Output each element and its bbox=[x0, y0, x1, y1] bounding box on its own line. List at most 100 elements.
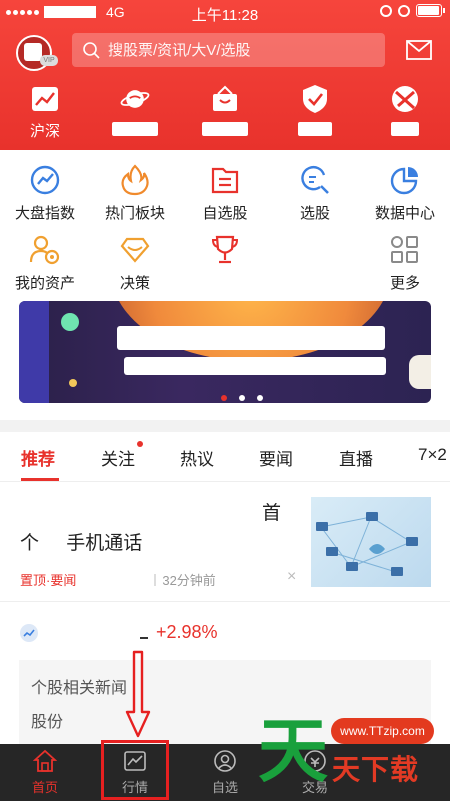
chart-trend-icon bbox=[30, 84, 60, 114]
article-meta: 置顶·要闻 32分钟前 bbox=[20, 570, 216, 589]
basket-icon bbox=[210, 84, 240, 114]
user-circle-icon bbox=[212, 748, 238, 774]
active-tab-indicator bbox=[21, 478, 59, 481]
article-thumbnail bbox=[311, 497, 431, 587]
shortcut-grid: 大盘指数 热门板块 自选股 选股 数据中心 我的资产 决策 更多 bbox=[0, 150, 450, 420]
quick-nav-item-2[interactable] bbox=[90, 84, 180, 140]
globe-icon bbox=[390, 84, 420, 114]
search-icon bbox=[83, 42, 100, 59]
article-title-end: 首 bbox=[262, 503, 282, 524]
mail-icon[interactable] bbox=[406, 40, 432, 60]
quick-nav-label-redacted bbox=[112, 120, 158, 140]
hidden-icon bbox=[298, 234, 332, 266]
thumbnail-network-art bbox=[316, 512, 418, 576]
quick-nav-item-3[interactable] bbox=[180, 84, 270, 140]
header: 4G 上午11:28 VIP 沪深 bbox=[0, 0, 450, 150]
grid-item-zixuan[interactable]: 自选股 bbox=[180, 164, 270, 222]
search-input[interactable] bbox=[108, 41, 378, 59]
promo-banner[interactable] bbox=[19, 301, 431, 403]
dismiss-article-button[interactable]: × bbox=[287, 568, 296, 586]
article-title-line2: 个 手机通话 bbox=[20, 533, 143, 554]
fire-icon bbox=[118, 164, 152, 196]
grid-item-remen[interactable]: 热门板块 bbox=[90, 164, 180, 222]
stock-code-redacted bbox=[140, 636, 148, 639]
grid-label: 决策 bbox=[119, 275, 150, 292]
banner-art bbox=[19, 301, 49, 403]
quick-nav-label-redacted bbox=[385, 120, 425, 140]
grid-item-3[interactable] bbox=[180, 234, 270, 292]
related-news-title: 个股相关新闻 bbox=[31, 680, 128, 697]
grid-item-xuangu[interactable]: 选股 bbox=[270, 164, 360, 222]
grid-label: 自选股 bbox=[202, 205, 248, 222]
title-redacted bbox=[20, 498, 258, 518]
annotation-arrow bbox=[125, 650, 151, 738]
grid-label: 我的资产 bbox=[14, 275, 75, 292]
grid-more-icon bbox=[388, 234, 422, 266]
search-row: VIP bbox=[0, 33, 450, 71]
banner-decoration bbox=[69, 379, 77, 387]
quick-nav-label: 沪深 bbox=[29, 123, 60, 140]
orientation-lock-icon bbox=[380, 4, 392, 17]
related-stock[interactable]: +2.98% bbox=[20, 622, 218, 643]
quick-nav-item-4[interactable] bbox=[270, 84, 360, 140]
grid-item-dapan[interactable]: 大盘指数 bbox=[0, 164, 90, 222]
tab-headlines[interactable]: 要闻 bbox=[259, 445, 293, 470]
index-trend-icon bbox=[28, 164, 62, 196]
grid-row-1: 大盘指数 热门板块 自选股 选股 数据中心 bbox=[0, 164, 450, 222]
carousel-dot[interactable] bbox=[239, 395, 245, 401]
trend-up-icon bbox=[20, 623, 38, 642]
news-tabs: 推荐 关注 热议 要闻 直播 7×2 bbox=[0, 432, 450, 482]
article-tag: 置顶·要闻 bbox=[20, 573, 77, 588]
user-coin-icon bbox=[28, 234, 62, 266]
banner-moon bbox=[61, 313, 79, 331]
tab-recommend[interactable]: 推荐 bbox=[21, 445, 55, 470]
trophy-icon bbox=[208, 234, 242, 266]
shield-check-icon bbox=[300, 84, 330, 114]
home-icon bbox=[32, 748, 58, 774]
quick-nav-label-redacted bbox=[202, 120, 248, 140]
tab-follow[interactable]: 关注 bbox=[101, 445, 135, 470]
tab-discussion[interactable]: 热议 bbox=[180, 445, 214, 470]
planet-icon bbox=[120, 84, 150, 114]
news-feed: 首 个 手机通话 置顶·要闻 32分钟前 × +2.98% 个股相关新闻 股份 bbox=[0, 482, 450, 744]
grid-row-2: 我的资产 决策 更多 bbox=[0, 234, 450, 292]
quick-nav-label-redacted bbox=[295, 120, 335, 140]
carousel-dot[interactable] bbox=[257, 395, 263, 401]
grid-item-zichan[interactable]: 我的资产 bbox=[0, 234, 90, 292]
tab-live[interactable]: 直播 bbox=[339, 445, 373, 470]
nav-home[interactable]: 首页 bbox=[10, 748, 80, 796]
nav-label: 自选 bbox=[211, 780, 238, 795]
nav-watchlist[interactable]: 自选 bbox=[190, 748, 260, 796]
carousel-dot[interactable] bbox=[221, 395, 227, 401]
quick-nav: 沪深 bbox=[0, 84, 450, 140]
quick-nav-item-5[interactable] bbox=[360, 84, 450, 140]
related-news-snippet: 股份 bbox=[31, 714, 64, 731]
watermark-url: www.TTzip.com bbox=[331, 718, 434, 744]
pie-chart-icon bbox=[388, 164, 422, 196]
grid-item-more[interactable]: 更多 bbox=[360, 234, 450, 292]
banner-text-redacted bbox=[124, 357, 386, 375]
banner-figure bbox=[409, 355, 431, 389]
news-article[interactable]: 首 个 手机通话 置顶·要闻 32分钟前 × bbox=[0, 482, 450, 602]
grid-item-shuju[interactable]: 数据中心 bbox=[360, 164, 450, 222]
search-list-icon bbox=[298, 164, 332, 196]
watermark-logo: 天 bbox=[258, 710, 328, 792]
watermark-text: 天下载 bbox=[332, 753, 420, 786]
grid-item-juece[interactable]: 决策 bbox=[90, 234, 180, 292]
banner-text-redacted bbox=[117, 326, 385, 350]
carousel-dots bbox=[221, 395, 263, 401]
grid-label: 选股 bbox=[299, 205, 330, 222]
vip-badge: VIP bbox=[40, 55, 58, 66]
annotation-highlight-box bbox=[101, 740, 169, 800]
grid-item-4[interactable] bbox=[270, 234, 360, 292]
tab-7x24[interactable]: 7×2 bbox=[418, 445, 447, 465]
stock-name-redacted bbox=[46, 625, 120, 640]
grid-label: 数据中心 bbox=[374, 205, 435, 222]
folder-doc-icon bbox=[208, 164, 242, 196]
grid-label: 热门板块 bbox=[104, 205, 165, 222]
battery-icon bbox=[416, 4, 445, 17]
nav-label: 首页 bbox=[31, 780, 58, 795]
quick-nav-hushen[interactable]: 沪深 bbox=[0, 84, 90, 140]
article-time: 32分钟前 bbox=[162, 573, 216, 588]
search-box[interactable] bbox=[72, 33, 385, 67]
